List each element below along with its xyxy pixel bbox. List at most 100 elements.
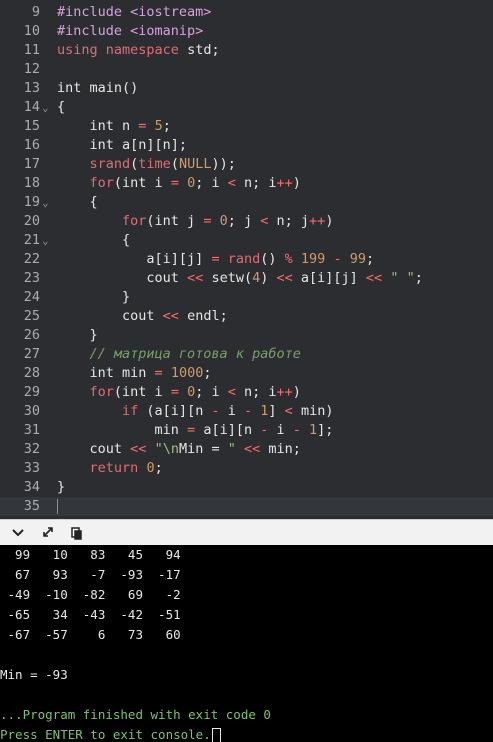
fold-chevron-icon[interactable]: ⌄ <box>42 231 49 250</box>
code-line[interactable]: 11 using namespace std; <box>0 41 493 60</box>
code-token: ] <box>268 403 285 419</box>
code-token: = <box>154 365 163 381</box>
line-number: 24 <box>23 289 40 305</box>
code-line[interactable]: 20 for(int j = 0; j < n; j++) <box>0 212 493 231</box>
code-token: using <box>57 42 98 58</box>
code-line[interactable]: 21 ⌄ { <box>0 231 493 250</box>
line-number: 9 <box>31 4 40 20</box>
console-caret <box>211 728 221 742</box>
line-number: 17 <box>23 156 40 172</box>
code-token: { <box>57 232 131 248</box>
code-token: time <box>138 156 171 172</box>
code-token: ) <box>325 213 334 229</box>
code-line[interactable]: 27 // матрица готова к работе <box>0 345 493 364</box>
code-line[interactable]: 15 int n = 5; <box>0 117 493 136</box>
line-number: 11 <box>23 42 40 58</box>
code-text: { <box>57 231 130 250</box>
code-token: } <box>57 289 131 305</box>
code-token: namespace <box>105 42 179 58</box>
expand-icon[interactable] <box>38 524 58 542</box>
line-number: 28 <box>23 365 40 381</box>
code-token: 4 <box>252 270 261 286</box>
fold-chevron-icon[interactable]: ⌄ <box>42 98 49 117</box>
code-line[interactable]: 33 return 0; <box>0 459 493 478</box>
code-line[interactable]: 14 ⌄ { <box>0 98 493 117</box>
code-token: if <box>122 403 139 419</box>
code-text: return 0; <box>57 459 163 478</box>
code-line[interactable]: 18 for(int i = 0; i < n; i++) <box>0 174 493 193</box>
code-text: { <box>57 193 98 212</box>
line-number: 33 <box>23 460 40 476</box>
line-number: 14 <box>23 99 40 115</box>
code-token: i <box>268 422 293 438</box>
code-token: int a[n][n]; <box>57 137 188 153</box>
code-token: ; <box>365 251 375 267</box>
code-token: " <box>227 441 236 457</box>
code-line[interactable]: 17 srand(time(NULL)); <box>0 155 493 174</box>
code-line[interactable]: 31 min = a[i][n - i - 1]; <box>0 421 493 440</box>
code-line[interactable]: 34} <box>0 478 493 497</box>
code-token: for <box>122 213 147 229</box>
code-token: () <box>260 251 285 267</box>
line-number: 20 <box>23 213 40 229</box>
line-number: 12 <box>23 61 40 77</box>
code-text: if (a[i][n - i - 1] < min) <box>57 402 333 421</box>
code-token: cout <box>57 441 131 457</box>
line-number: 15 <box>23 118 40 134</box>
code-token: 1 <box>309 422 318 438</box>
code-token: std; <box>178 42 220 58</box>
code-token: { <box>57 194 98 210</box>
console-line: 99 10 83 45 94 <box>0 545 181 565</box>
code-text: // матрица готова к работе <box>57 345 301 364</box>
code-line[interactable]: 16 int a[n][n]; <box>0 136 493 155</box>
line-number: 18 <box>23 175 40 191</box>
code-line[interactable]: 30 if (a[i][n - i - 1] < min) <box>0 402 493 421</box>
code-line[interactable]: 25 cout << endl; <box>0 307 493 326</box>
console-line-text: Min = -93 <box>0 667 68 682</box>
line-number: 32 <box>23 441 40 457</box>
code-editor[interactable]: 9 #include <iostream> 10 #include <iomanip>… <box>0 0 493 519</box>
code-token: { <box>57 99 66 115</box>
code-line[interactable]: 26 } <box>0 326 493 345</box>
line-number: 16 <box>23 137 40 153</box>
fold-chevron-icon[interactable]: ⌄ <box>42 193 49 212</box>
code-token: i <box>219 403 244 419</box>
code-line[interactable]: 9 #include <iostream> <box>0 3 493 22</box>
code-line[interactable]: 32 cout << "\nMin = " << min; <box>0 440 493 459</box>
code-line[interactable]: 13 int main() <box>0 79 493 98</box>
code-line[interactable]: 24 } <box>0 288 493 307</box>
code-token: ; i <box>195 384 228 400</box>
code-line[interactable]: 23 cout << setw(4) << a[i][j] << " "; <box>0 269 493 288</box>
line-number: 27 <box>23 346 40 362</box>
code-line[interactable]: 35 <box>0 497 493 516</box>
line-number: 13 <box>23 80 40 96</box>
code-text: int a[n][n]; <box>57 136 188 155</box>
code-token: for <box>89 384 114 400</box>
code-line[interactable]: 10 #include <iomanip> <box>0 22 493 41</box>
code-token: ; <box>414 270 423 286</box>
code-line[interactable]: 19 ⌄ { <box>0 193 493 212</box>
copy-icon[interactable] <box>66 524 86 542</box>
code-token: ; <box>162 118 171 134</box>
code-line[interactable]: 29 for(int i = 0; i < n; i++) <box>0 383 493 402</box>
code-line[interactable]: 28 int min = 1000; <box>0 364 493 383</box>
console-line: -49 -10 -82 69 -2 <box>0 585 181 605</box>
console-line-text: Press ENTER to exit console. <box>0 727 211 742</box>
code-token: n; i <box>235 384 277 400</box>
code-token: (int i <box>113 175 171 191</box>
code-line[interactable]: 22 a[i][j] = rand() % 199 - 99; <box>0 250 493 269</box>
chevron-down-icon[interactable] <box>8 524 28 542</box>
code-text: cout << "\nMin = " << min; <box>57 440 301 459</box>
code-text: } <box>57 288 130 307</box>
code-token: setw( <box>203 270 253 286</box>
code-line[interactable]: 12 <box>0 60 493 79</box>
console-output[interactable]: 99 10 83 45 94 67 93 -7 -93 -17 -49 -10 … <box>0 545 493 742</box>
console-line-text: ...Program finished with exit code 0 <box>0 707 271 722</box>
